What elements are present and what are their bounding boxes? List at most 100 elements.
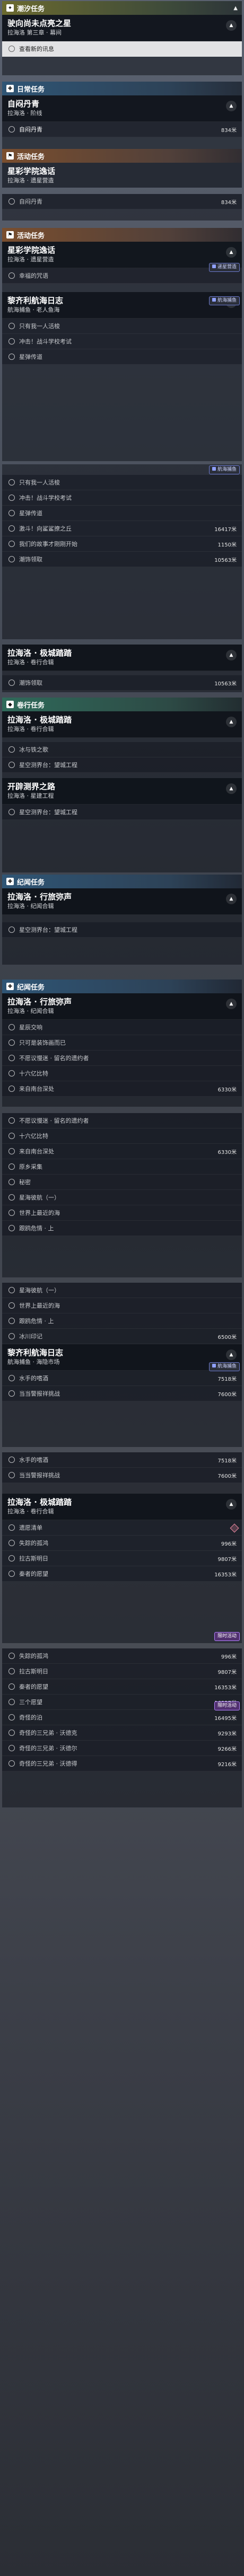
objective-row[interactable]: 幸福的咒语 [2,268,242,284]
quest-card[interactable]: 拉海洛 · 行旅弥声 拉海洛 · 纪闻合辑 ▲ [2,993,242,1020]
quest-card[interactable]: 星彩学院逸话 拉海洛 · 遗星营造 [2,163,242,188]
category-header[interactable]: ⚑ 活动任务 [2,149,242,163]
objective-row[interactable]: 十六亿比特 [2,1128,242,1144]
quest-card[interactable]: 黎齐利航海日志 航海捕鱼 · 老人鱼海 ▲ [2,292,242,319]
objective-row[interactable]: 自闷丹青 834米 [2,194,242,209]
objective-row[interactable]: 水手的嗜酒 7518米 [2,1371,242,1386]
category-label: 活动任务 [17,153,45,161]
objective-row[interactable]: 跟鸥危情 · 上 [2,1313,242,1329]
quest-title: 自闷丹青 [7,99,40,109]
objective-row[interactable]: 三个愿望16327米 [2,1695,242,1710]
quest-card[interactable]: 自闷丹青 拉海洛 · 阶线 ▲ [2,95,242,122]
objective-text: 奇怪的三兄弟 · 沃德尔 [19,1745,77,1752]
objective-row[interactable]: 奇怪的三兄弟 · 沃德尔 9266米 [2,1741,242,1756]
objective-row[interactable]: 拉古斯明日 9807米 [2,1551,242,1566]
collapse-icon[interactable]: ▲ [226,1349,237,1360]
collapse-icon[interactable]: ▲ [226,247,237,258]
objective-text: 只有我一人活梭 [19,479,60,486]
objective-row[interactable]: 潮饰领取 10563米 [2,675,242,691]
collapse-icon[interactable]: ▲ [226,650,237,660]
objective-text: 跟鸥危情 · 上 [19,1225,54,1232]
objective-marker-icon [8,1472,15,1478]
quest-subtitle: 拉海洛 · 卷行合辑 [7,726,54,733]
objective-row[interactable]: 激斗！向鲨鲨撩之丘 16417米 [2,521,242,536]
category-header[interactable]: ✦ 潮汐任务 ▲ [2,1,242,15]
objective-row[interactable]: 失踪的孤鸿 996米 [2,1648,242,1664]
collapse-icon[interactable]: ▲ [226,1499,237,1510]
objective-row[interactable]: 水手的嗜酒 7518米 [2,1452,242,1468]
objective-row[interactable]: 星空测界台：望城工程 [2,757,242,773]
objective-row[interactable]: 不愿议慢迷 · 留名的遗约者 [2,1051,242,1066]
objective-row[interactable]: 奇怪的三兄弟 · 沃德得 9216米 [2,1756,242,1771]
objective-row[interactable]: 星弹传道 [2,349,242,365]
objective-row[interactable]: 失踪的孤鸿 996米 [2,1536,242,1551]
objective-row[interactable]: 原乡采集 [2,1159,242,1175]
collapse-icon[interactable]: ▲ [226,999,237,1009]
objective-distance: 996米 [221,1654,237,1660]
objective-row[interactable]: 潮饰领取 10563米 [2,552,242,567]
objective-text: 遗愿清单 [19,1524,42,1531]
collapse-icon[interactable]: ▲ [226,101,237,111]
objective-text: 不愿议慢迷 · 留名的遗约者 [19,1055,89,1062]
collapse-icon[interactable]: ▲ [226,783,237,794]
event-badge: 递星营造 [208,263,240,272]
objective-row[interactable]: 拉古斯明日 9807米 [2,1664,242,1679]
quest-card[interactable]: 拉海洛 · 极城踏踏 拉海洛 · 卷行合辑 ▲ [2,645,242,671]
objective-row[interactable]: 当当警报祥挑战 7600米 [2,1468,242,1483]
objective-row[interactable]: 奇怪的三兄弟 · 沃德克 9293米 [2,1725,242,1741]
objective-row[interactable]: 只可是装饰画而已 [2,1035,242,1051]
roaming-quest-icon: ◆ [6,701,14,708]
objective-row[interactable]: 世界上最近的海 [2,1205,242,1221]
objective-row[interactable]: 冲击！战斗学校考试 [2,334,242,349]
quest-card[interactable]: 开辟测界之路 拉海洛 · 星建工程 ▲ [2,778,242,805]
objective-row[interactable]: 冲击！战斗学校考试 [2,490,242,506]
objective-row[interactable]: 当当警报祥挑战 7600米 [2,1386,242,1401]
objective-marker-icon [8,1225,15,1231]
objective-row[interactable]: 秦者的愿望 16353米 [2,1566,242,1582]
objective-row[interactable]: 来自南台深处 6330米 [2,1081,242,1097]
objective-row[interactable]: 奇怪的泊 16495米 [2,1710,242,1725]
objective-row[interactable]: 冰川印记 6500米 [2,1329,242,1344]
collapse-icon[interactable]: ▲ [226,894,237,904]
category-header[interactable]: ✚ 纪闻任务 [2,875,242,888]
objective-row[interactable]: 来自南台深处 6330米 [2,1144,242,1159]
objective-row[interactable]: 遗愿清单 [2,1520,242,1536]
map-pin-icon [230,1523,239,1533]
chronicle-quest-icon: ✚ [6,878,14,885]
category-label: 卷行任务 [17,701,45,710]
objective-row[interactable]: 查看新的讯息 [2,41,242,57]
objective-row[interactable]: 世界上最近的海 [2,1298,242,1313]
objective-row[interactable]: 只有我一人活梭 [2,319,242,334]
objective-row[interactable]: 自闷丹青 834米 [2,122,242,137]
objective-text: 水手的嗜酒 [19,1375,48,1382]
objective-row[interactable]: 星辰交响 [2,1020,242,1035]
quest-card[interactable]: 黎齐利航海日志 航海捕鱼 · 海隐市场 ▲ [2,1344,242,1371]
collapse-icon[interactable]: ▲ [226,20,237,31]
objective-row[interactable]: 星空测界台：望城工程 [2,805,242,820]
objective-row[interactable]: 秦者的愿望 16353米 [2,1679,242,1695]
objective-row[interactable]: 跟鸥危情 · 上 [2,1221,242,1236]
quest-card[interactable]: 星彩学院逸话 拉海洛 · 遗星营造 ▲ [2,242,242,268]
objective-row[interactable]: 星空测界台：望城工程 [2,922,242,938]
collapse-icon[interactable]: ▲ [226,717,237,727]
quest-card[interactable]: 拉海洛 · 极城踏踏 拉海洛 · 卷行合辑 ▲ [2,711,242,738]
quest-card[interactable]: 拉海洛 · 极城踏踏 拉海洛 · 卷行合辑 ▲ [2,1494,242,1520]
objective-text: 星弹传道 [19,354,42,360]
objective-row[interactable]: 星海彼航（一） [2,1283,242,1298]
objective-text: 不愿议慢迷 · 留名的遗约者 [19,1117,89,1124]
category-header[interactable]: ✚ 纪闻任务 [2,980,242,993]
objective-row[interactable]: 我们的故事才刚刚开始 1150米 [2,536,242,552]
objective-row[interactable]: 十六亿比特 [2,1066,242,1081]
objective-row[interactable]: 只有我一人活梭 [2,475,242,490]
objective-row[interactable]: 星弹传道 [2,506,242,521]
objective-row[interactable]: 不愿议慢迷 · 留名的遗约者 [2,1113,242,1128]
category-header[interactable]: ✚ 日常任务 [2,82,242,95]
objective-row[interactable]: 秘密 [2,1175,242,1190]
objective-distance: 16417米 [214,526,237,533]
quest-card[interactable]: 拉海洛 · 行旅弥声 拉海洛 · 纪闻合辑 ▲ [2,888,242,915]
category-header[interactable]: ◆ 卷行任务 [2,698,242,711]
objective-row[interactable]: 星海彼航（一） [2,1190,242,1205]
category-header[interactable]: ⚑ 活动任务 [2,228,242,242]
objective-row[interactable]: 冰与铁之歌 [2,742,242,757]
quest-card[interactable]: 驶向尚未点亮之星 拉海洛 第三章 · 幕间 ▲ [2,15,242,41]
